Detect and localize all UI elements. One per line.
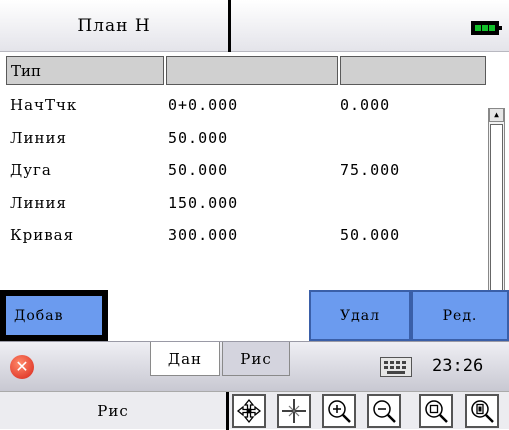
battery-icon (471, 21, 502, 35)
vertical-scroll-thumb[interactable] (490, 124, 503, 294)
zoom-extents-icon[interactable] (465, 394, 499, 428)
edit-button[interactable]: Ред. (411, 290, 509, 341)
toolbar-divider (226, 392, 229, 430)
row-type: НачТчк (10, 96, 78, 114)
tab-bar: ✕ Дан Рис 23:26 (0, 341, 509, 391)
pan-icon[interactable] (232, 394, 266, 428)
close-icon[interactable]: ✕ (10, 355, 34, 379)
row-param: 50.000 (340, 226, 401, 245)
delete-button[interactable]: Удал (309, 290, 411, 341)
tab-drawing[interactable]: Рис (222, 342, 290, 376)
clock: 23:26 (432, 356, 484, 376)
add-button[interactable]: Добав (0, 290, 108, 341)
drawing-menu-button[interactable]: Рис (0, 392, 226, 430)
screen-title[interactable]: План Н (0, 0, 228, 52)
grid-rows: НачТчк 0+0.000 0.000 Линия 50.000 Дуга 5… (0, 90, 488, 253)
column-header-type[interactable]: Тип (6, 56, 164, 85)
vertical-scrollbar[interactable]: ▲ ▼ (488, 108, 505, 314)
status-area (231, 0, 509, 52)
zoom-out-icon[interactable] (367, 394, 401, 428)
row-param: 0.000 (340, 96, 391, 114)
row-value: 150.000 (168, 193, 239, 212)
tab-data[interactable]: Дан (150, 342, 220, 376)
table-row[interactable]: Дуга 50.000 75.000 (0, 155, 488, 188)
table-row[interactable]: Кривая 300.000 50.000 (0, 220, 488, 253)
table-row[interactable]: НачТчк 0+0.000 0.000 (0, 90, 488, 123)
column-header-param[interactable] (340, 56, 486, 85)
table-row[interactable]: Линия 50.000 (0, 123, 488, 156)
row-value: 50.000 (168, 128, 229, 147)
row-value: 50.000 (168, 161, 229, 180)
table-row[interactable]: Линия 150.000 (0, 188, 488, 221)
row-value: 300.000 (168, 226, 239, 245)
row-type: Кривая (10, 226, 75, 245)
row-type: Линия (10, 193, 67, 212)
action-bar: Добав Удал Ред. (0, 290, 509, 341)
row-param: 75.000 (340, 161, 401, 180)
column-header-value[interactable] (166, 56, 338, 85)
zoom-window-icon[interactable] (419, 394, 453, 428)
row-value: 0+0.000 (168, 96, 239, 114)
zoom-in-icon[interactable] (322, 394, 356, 428)
center-icon[interactable] (277, 394, 311, 428)
row-type: Линия (10, 128, 67, 147)
title-bar: План Н (0, 0, 509, 52)
keyboard-icon[interactable] (380, 357, 412, 377)
scroll-up-icon[interactable]: ▲ (489, 108, 504, 122)
row-type: Дуга (10, 161, 52, 180)
element-grid: Тип НачТчк 0+0.000 0.000 Линия 50.000 Ду… (0, 52, 509, 337)
bottom-toolbar: Рис (0, 391, 509, 430)
